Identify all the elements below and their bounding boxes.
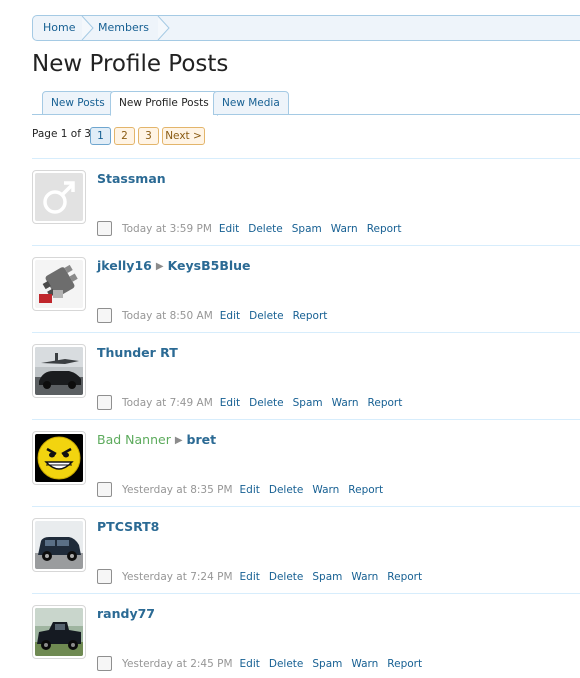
warn-link[interactable]: Warn <box>351 571 378 583</box>
post-time[interactable]: Today at 8:50 AM <box>122 310 213 322</box>
spam-link[interactable]: Spam <box>292 223 322 235</box>
receiver-link[interactable]: bret <box>187 432 217 447</box>
arrow-right-icon: ▶ <box>174 435 183 446</box>
post-names: Thunder RT <box>97 345 178 360</box>
page-3-link[interactable]: 3 <box>138 127 159 145</box>
delete-link[interactable]: Delete <box>249 310 284 322</box>
post-names: Bad Nanner ▶ bret <box>97 432 216 447</box>
warn-link[interactable]: Warn <box>351 658 378 670</box>
delete-link[interactable]: Delete <box>269 484 304 496</box>
delete-link[interactable]: Delete <box>248 223 283 235</box>
page-1-link[interactable]: 1 <box>90 127 111 145</box>
delete-link[interactable]: Delete <box>269 658 304 670</box>
warn-link[interactable]: Warn <box>331 223 358 235</box>
edit-link[interactable]: Edit <box>219 223 239 235</box>
report-link[interactable]: Report <box>387 658 422 670</box>
avatar[interactable] <box>32 431 86 485</box>
warn-link[interactable]: Warn <box>332 397 359 409</box>
profile-post: Stassman Today at 3:59 PM Edit Delete Spam W… <box>32 158 580 245</box>
tab-new-profile-posts[interactable]: New Profile Posts <box>110 91 218 116</box>
author-link[interactable]: Thunder RT <box>97 345 178 360</box>
tab-new-media[interactable]: New Media <box>213 91 289 115</box>
delete-link[interactable]: Delete <box>249 397 284 409</box>
post-names: PTCSRT8 <box>97 519 159 534</box>
post-time[interactable]: Today at 7:49 AM <box>122 397 213 409</box>
select-checkbox[interactable] <box>97 394 112 410</box>
breadcrumb-home-link[interactable]: Home <box>43 16 75 40</box>
profile-post: Bad Nanner ▶ bret Yesterday at 8:35 PM Edit… <box>32 419 580 506</box>
truck-photo <box>35 608 83 656</box>
post-time[interactable]: Yesterday at 7:24 PM <box>122 571 233 583</box>
author-link[interactable]: Stassman <box>97 171 166 186</box>
avatar[interactable] <box>32 605 86 659</box>
avatar[interactable] <box>32 518 86 572</box>
avatar[interactable] <box>32 170 86 224</box>
default-male-icon <box>35 173 83 221</box>
report-link[interactable]: Report <box>387 571 422 583</box>
profile-post: jkelly16 ▶ KeysB5Blue Today at 8:50 AM Edit… <box>32 245 580 332</box>
author-link[interactable]: PTCSRT8 <box>97 519 159 534</box>
breadcrumb-separator-icon <box>157 16 170 40</box>
breadcrumb-separator-icon <box>81 16 94 40</box>
arrow-right-icon: ▶ <box>155 261 164 272</box>
breadcrumb-members-link[interactable]: Members <box>98 16 149 40</box>
post-meta: Yesterday at 7:24 PM Edit Delete Spam Warn Re… <box>97 568 431 585</box>
post-names: randy77 <box>97 606 155 621</box>
receiver-link[interactable]: KeysB5Blue <box>168 258 251 273</box>
car-airplane-photo <box>35 347 83 395</box>
avatar[interactable] <box>32 257 86 311</box>
post-time[interactable]: Today at 3:59 PM <box>122 223 212 235</box>
edit-link[interactable]: Edit <box>220 397 240 409</box>
select-checkbox[interactable] <box>97 655 112 671</box>
breadcrumb: Home Members <box>32 15 580 41</box>
report-link[interactable]: Report <box>368 397 403 409</box>
edit-link[interactable]: Edit <box>240 484 260 496</box>
page-info: Page 1 of 3 <box>32 128 91 140</box>
post-meta: Today at 3:59 PM Edit Delete Spam Warn Report <box>97 220 411 237</box>
delete-link[interactable]: Delete <box>269 571 304 583</box>
post-names: jkelly16 ▶ KeysB5Blue <box>97 258 251 273</box>
post-meta: Today at 8:50 AM Edit Delete Report <box>97 307 336 324</box>
post-meta: Yesterday at 2:45 PM Edit Delete Spam Warn Re… <box>97 655 431 672</box>
author-link[interactable]: jkelly16 <box>97 258 152 273</box>
spam-link[interactable]: Spam <box>312 571 342 583</box>
author-link[interactable]: Bad Nanner <box>97 432 171 447</box>
post-meta: Today at 7:49 AM Edit Delete Spam Warn Report <box>97 394 411 411</box>
post-time[interactable]: Yesterday at 2:45 PM <box>122 658 233 670</box>
select-checkbox[interactable] <box>97 481 112 497</box>
report-link[interactable]: Report <box>293 310 328 322</box>
select-checkbox[interactable] <box>97 307 112 323</box>
edit-link[interactable]: Edit <box>220 310 240 322</box>
suv-photo <box>35 521 83 569</box>
avatar[interactable] <box>32 344 86 398</box>
next-page-link[interactable]: Next > <box>162 127 205 145</box>
select-checkbox[interactable] <box>97 568 112 584</box>
profile-post: randy77 Yesterday at 2:45 PM Edit Delete Sp… <box>32 593 580 678</box>
page-title: New Profile Posts <box>32 51 229 77</box>
report-link[interactable]: Report <box>348 484 383 496</box>
edit-link[interactable]: Edit <box>240 571 260 583</box>
edit-link[interactable]: Edit <box>240 658 260 670</box>
profile-post: PTCSRT8 Yesterday at 7:24 PM Edit Delete Sp… <box>32 506 580 593</box>
post-meta: Yesterday at 8:35 PM Edit Delete Warn Report <box>97 481 392 498</box>
spam-link[interactable]: Spam <box>312 658 342 670</box>
select-checkbox[interactable] <box>97 220 112 236</box>
author-link[interactable]: randy77 <box>97 606 155 621</box>
smiley-face <box>35 434 83 482</box>
profile-post: Thunder RT Today at 7:49 AM Edit Delete Spa… <box>32 332 580 419</box>
spam-link[interactable]: Spam <box>293 397 323 409</box>
post-names: Stassman <box>97 171 166 186</box>
engine-photo <box>35 260 83 308</box>
tab-new-posts[interactable]: New Posts <box>42 91 114 115</box>
page-2-link[interactable]: 2 <box>114 127 135 145</box>
post-time[interactable]: Yesterday at 8:35 PM <box>122 484 233 496</box>
warn-link[interactable]: Warn <box>312 484 339 496</box>
report-link[interactable]: Report <box>367 223 402 235</box>
